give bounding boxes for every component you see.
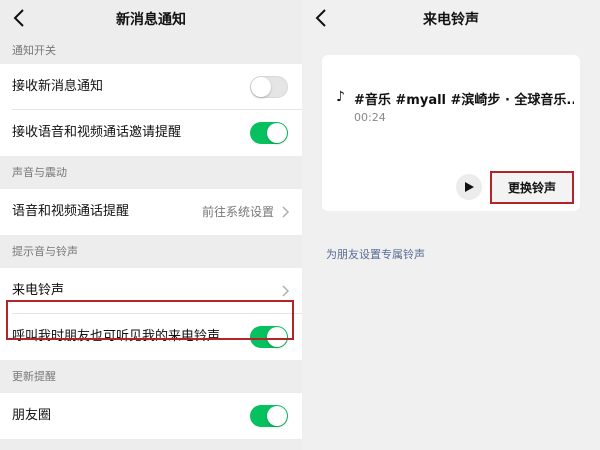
- row-receive-new: 接收新消息通知: [0, 64, 302, 110]
- moments-toggle[interactable]: [250, 405, 288, 427]
- row-label: 朋友圈: [12, 408, 52, 423]
- row-ringtone[interactable]: 来电铃声: [0, 268, 302, 314]
- play-icon: [465, 182, 474, 192]
- row-label: 来电铃声: [12, 283, 65, 298]
- section-label-update: 更新提醒: [12, 370, 56, 383]
- chevron-right-icon: [282, 206, 290, 218]
- voice-video-invite-toggle[interactable]: [250, 122, 288, 144]
- page-title: 新消息通知: [116, 12, 186, 28]
- friend-hear-toggle[interactable]: [250, 326, 288, 348]
- row-voice-video-invite: 接收语音和视频通话邀请提醒: [0, 110, 302, 156]
- row-moments: 朋友圈: [0, 393, 302, 439]
- navbar: 来电铃声: [302, 0, 600, 37]
- change-ringtone-button[interactable]: 更换铃声: [490, 171, 574, 204]
- ringtone-panel: 来电铃声 ♪ #音乐 #myall #滨崎步 · 全球音乐... 00:24 更…: [302, 0, 600, 450]
- receive-new-toggle[interactable]: [250, 76, 288, 98]
- toggle-knob: [267, 327, 287, 347]
- section-label-notify: 通知开关: [12, 44, 56, 57]
- row-label: 接收语音和视频通话邀请提醒: [12, 125, 182, 140]
- row-label: 接收新消息通知: [12, 79, 104, 94]
- ringtone-card: ♪ #音乐 #myall #滨崎步 · 全球音乐... 00:24 更换铃声: [322, 55, 580, 211]
- friend-ringtone-link[interactable]: 为朋友设置专属铃声: [326, 246, 425, 262]
- row-friend-hear: 呼叫我时朋友也可听见我的来电铃声: [0, 314, 302, 360]
- row-value: 前往系统设置: [201, 205, 274, 219]
- chevron-right-icon: [282, 285, 290, 297]
- page-title: 来电铃声: [423, 12, 479, 28]
- song-title: #音乐 #myall #滨崎步 · 全球音乐...: [354, 93, 574, 108]
- toggle-knob: [267, 406, 287, 426]
- settings-panel: 新消息通知 通知开关 接收新消息通知 接收语音和视频通话邀请提醒 声音与震动 语…: [0, 0, 302, 450]
- row-label: 呼叫我时朋友也可听见我的来电铃声: [12, 329, 221, 344]
- toggle-knob: [251, 77, 271, 97]
- section-label-ring: 提示音与铃声: [12, 245, 78, 258]
- row-call-reminder[interactable]: 语音和视频通话提醒 前往系统设置: [0, 189, 302, 235]
- song-duration: 00:24: [354, 111, 386, 124]
- navbar: 新消息通知: [0, 0, 302, 37]
- play-button[interactable]: [456, 174, 482, 200]
- music-note-icon: ♪: [336, 89, 345, 105]
- section-label-sound: 声音与震动: [12, 166, 67, 179]
- row-label: 语音和视频通话提醒: [12, 204, 130, 219]
- toggle-knob: [267, 123, 287, 143]
- change-ringtone-label: 更换铃声: [507, 181, 556, 195]
